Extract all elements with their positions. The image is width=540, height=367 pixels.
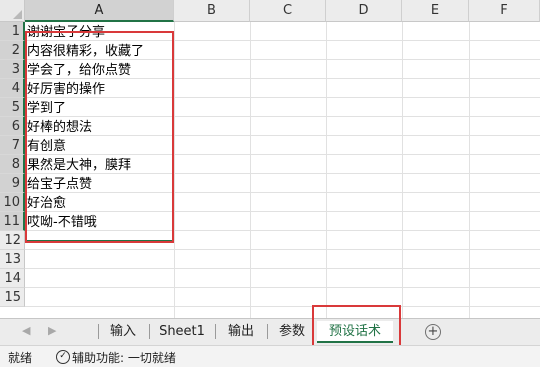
grid-vline [250, 22, 251, 322]
tab-separator [215, 324, 216, 339]
tab-params[interactable]: 参数 [269, 321, 315, 343]
cell-a4[interactable]: 好厉害的操作 [27, 81, 105, 98]
row-header-1[interactable]: 1 [0, 22, 25, 41]
row-header-11[interactable]: 11 [0, 212, 25, 231]
grid-hline [25, 135, 540, 136]
grid-hline [25, 211, 540, 212]
row-header-3[interactable]: 3 [0, 60, 25, 79]
row-header-15[interactable]: 15 [0, 288, 25, 307]
grid-hline [25, 306, 540, 307]
row-header-5[interactable]: 5 [0, 98, 25, 117]
cell-a10[interactable]: 好治愈 [27, 195, 66, 212]
tab-preset-phrases[interactable]: 预设话术 [317, 321, 393, 343]
row-header-2[interactable]: 2 [0, 41, 25, 60]
row-header-13[interactable]: 13 [0, 250, 25, 269]
cell-a1[interactable]: 谢谢宝子分享 [27, 24, 105, 41]
tab-separator [98, 324, 99, 339]
grid-vline [469, 22, 470, 322]
tab-separator [149, 324, 150, 339]
row-header-14[interactable]: 14 [0, 269, 25, 288]
grid-hline [25, 230, 540, 231]
cell-a8[interactable]: 果然是大神，膜拜 [27, 157, 131, 174]
tab-input[interactable]: 输入 [100, 321, 146, 343]
column-header-e[interactable]: E [402, 0, 469, 22]
column-header-f[interactable]: F [469, 0, 540, 22]
column-header-c[interactable]: C [250, 0, 326, 22]
row-header-12[interactable]: 12 [0, 231, 25, 250]
sheet-tab-bar: ◀ ▶ 输入 Sheet1 输出 参数 预设话术 + [0, 318, 540, 345]
cell-a5[interactable]: 学到了 [27, 100, 66, 117]
cell-area[interactable]: 谢谢宝子分享内容很精彩，收藏了 学会了，给你点赞 好厉害的操作 学到了好棒的想法有创意… [25, 22, 540, 322]
grid-hline [25, 116, 540, 117]
grid-vline [174, 22, 175, 322]
grid-vline [402, 22, 403, 322]
spreadsheet-grid[interactable]: A B C D E F 1 2 3 4 5 6 7 8 9 10 11 12 13 14 15 谢谢宝子分享… [0, 0, 540, 322]
cell-a9[interactable]: 给宝子点赞 [27, 176, 92, 193]
tab-separator [267, 324, 268, 339]
tab-sheet1[interactable]: Sheet1 [151, 321, 213, 343]
cell-a7[interactable]: 有创意 [27, 138, 66, 155]
row-header-10[interactable]: 10 [0, 193, 25, 212]
tab-output[interactable]: 输出 [217, 321, 265, 343]
accessibility-icon[interactable]: ✓ [56, 350, 70, 364]
cell-a6[interactable]: 好棒的想法 [27, 119, 92, 136]
nav-next-icon[interactable]: ▶ [48, 324, 56, 337]
row-header-8[interactable]: 8 [0, 155, 25, 174]
status-bar: 就绪 ✓ 辅助功能: 一切就绪 [0, 345, 540, 367]
row-header-4[interactable]: 4 [0, 79, 25, 98]
status-ready-text: 就绪 [8, 351, 33, 365]
row-header-9[interactable]: 9 [0, 174, 25, 193]
grid-hline [25, 154, 540, 155]
grid-hline [25, 287, 540, 288]
cell-a11[interactable]: 哎呦-不错哦 [27, 214, 97, 231]
column-header-d[interactable]: D [326, 0, 402, 22]
grid-vline [326, 22, 327, 322]
row-header-7[interactable]: 7 [0, 136, 25, 155]
nav-prev-icon[interactable]: ◀ [22, 324, 30, 337]
grid-hline [25, 192, 540, 193]
grid-hline [25, 249, 540, 250]
cell-a2[interactable]: 内容很精彩，收藏了 [27, 43, 144, 60]
status-accessibility-text[interactable]: 辅助功能: 一切就绪 [72, 349, 176, 366]
column-header-a[interactable]: A [25, 0, 174, 22]
add-sheet-icon[interactable]: + [425, 324, 441, 340]
grid-hline [25, 268, 540, 269]
row-header-6[interactable]: 6 [0, 117, 25, 136]
select-all-corner[interactable] [0, 0, 25, 22]
cell-a3[interactable]: 学会了，给你点赞 [27, 62, 131, 79]
column-header-b[interactable]: B [174, 0, 250, 22]
